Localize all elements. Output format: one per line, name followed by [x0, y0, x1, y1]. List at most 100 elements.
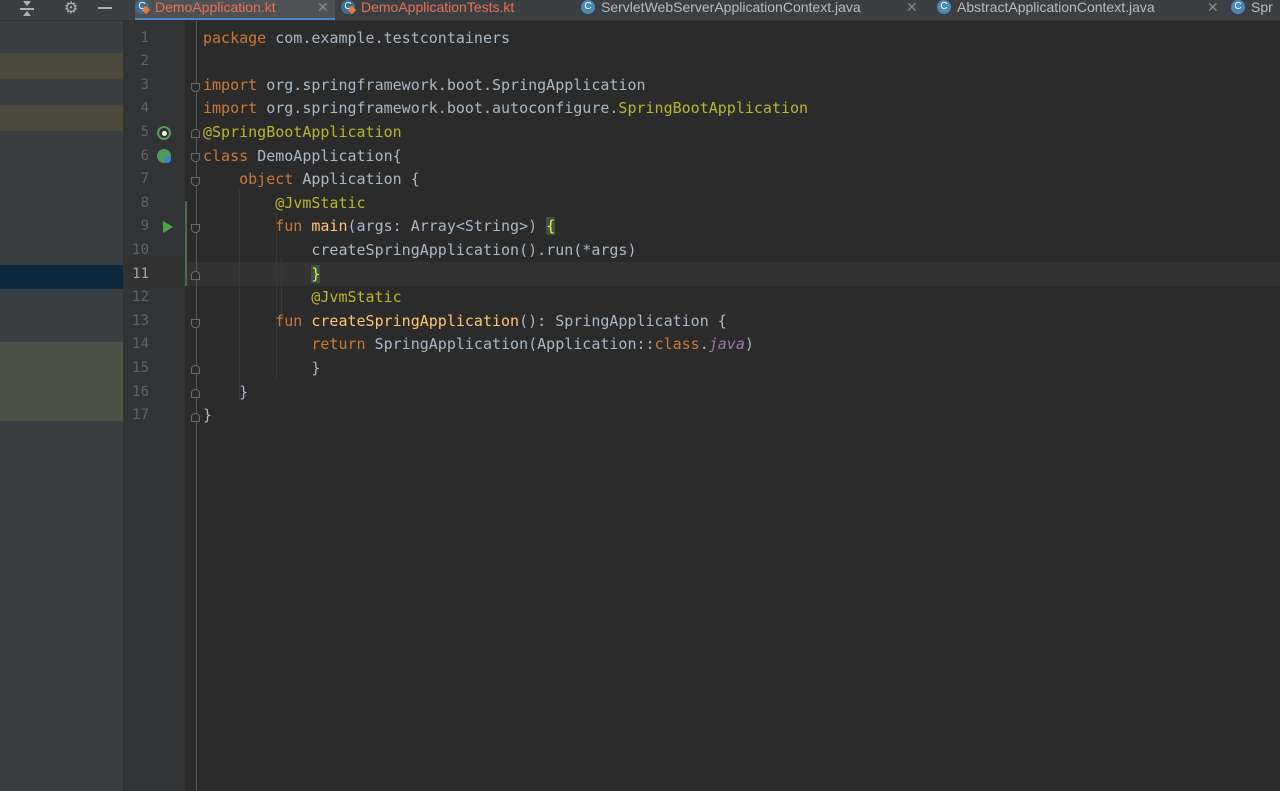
project-panel[interactable]	[0, 0, 123, 791]
code-line[interactable]: import org.springframework.boot.autoconf…	[203, 97, 808, 121]
close-icon[interactable]: ✕	[1207, 0, 1219, 14]
line-number: 15	[132, 359, 149, 376]
token-fn: createSpringApplication	[311, 311, 520, 330]
tab-label: Spr	[1251, 0, 1273, 15]
fold-marker[interactable]	[191, 365, 200, 374]
run-icon[interactable]	[163, 221, 173, 233]
fold-marker[interactable]	[191, 224, 200, 233]
line-number: 8	[140, 194, 149, 211]
token-ann: @JvmStatic	[275, 193, 366, 212]
token-text: com.example.testcontainers	[275, 28, 511, 47]
code-line[interactable]: }	[203, 357, 320, 381]
token-brace-hl: {	[546, 217, 556, 236]
spring-bean-icon[interactable]	[157, 126, 171, 140]
fold-marker[interactable]	[191, 83, 200, 92]
fold-marker[interactable]	[191, 177, 200, 186]
code-line[interactable]: package com.example.testcontainers	[203, 27, 510, 51]
close-icon[interactable]: ✕	[906, 0, 918, 14]
java-class-icon: C	[937, 0, 951, 14]
token-text: DemoApplication{	[257, 146, 402, 165]
vcs-change-marker[interactable]	[185, 201, 187, 286]
token-text: }	[203, 406, 213, 425]
line-number: 12	[132, 289, 149, 306]
line-number: 11	[132, 265, 149, 282]
fold-marker[interactable]	[191, 413, 200, 422]
token-kw: package	[203, 28, 276, 47]
code-line[interactable]: fun createSpringApplication(): SpringApp…	[203, 310, 727, 334]
line-number: 9	[140, 218, 149, 235]
token-it: java	[708, 335, 745, 354]
tab-label: DemoApplicationTests.kt	[361, 0, 515, 15]
tab-servlet-web-server-application-context[interactable]: C ServletWebServerApplicationContext.jav…	[581, 0, 931, 20]
code-line[interactable]: }	[203, 404, 212, 428]
gear-icon[interactable]: ⚙	[60, 0, 82, 20]
code-line[interactable]: @JvmStatic	[203, 192, 366, 216]
project-tree-row[interactable]	[0, 342, 123, 421]
fold-marker[interactable]	[191, 153, 200, 162]
token-fn: main	[311, 217, 348, 236]
code-line[interactable]: createSpringApplication().run(*args)	[203, 239, 636, 263]
token-text: org.springframework.boot.autoconfigure.	[266, 99, 619, 118]
line-number: 17	[132, 407, 149, 424]
tab-demo-application-kt[interactable]: C DemoApplication.kt ✕	[135, 0, 335, 20]
project-tree-row[interactable]	[0, 105, 123, 131]
code-line[interactable]: @JvmStatic	[203, 286, 402, 310]
code-line[interactable]: object Application {	[203, 168, 420, 192]
token-ann: SpringBootApplication	[618, 99, 809, 118]
line-number: 2	[140, 53, 149, 70]
token-text: )	[744, 335, 754, 354]
tab-label: ServletWebServerApplicationContext.java	[601, 0, 861, 15]
kotlin-test-icon: C	[341, 0, 355, 14]
spring-class-icon[interactable]	[157, 149, 171, 163]
tab-abstract-application-context[interactable]: C AbstractApplicationContext.java ✕	[937, 0, 1227, 20]
token-text: }	[203, 358, 321, 377]
token-text: (args: Array<String>)	[347, 217, 547, 236]
line-number: 5	[140, 123, 149, 140]
tab-demo-application-tests-kt[interactable]: C DemoApplicationTests.kt	[341, 0, 571, 20]
project-tree-row[interactable]	[0, 53, 123, 79]
minimize-icon[interactable]	[95, 0, 115, 20]
kotlin-class-icon: C	[135, 0, 149, 14]
line-number: 7	[140, 171, 149, 188]
token-ann: @SpringBootApplication	[203, 122, 402, 141]
collapse-all-icon[interactable]	[16, 0, 38, 20]
token-kw: return	[311, 335, 375, 354]
fold-marker[interactable]	[191, 319, 200, 328]
fold-marker[interactable]	[191, 129, 200, 138]
tab-strip: C DemoApplication.kt ✕ C DemoApplication…	[123, 0, 1280, 20]
token-kw: import	[203, 75, 267, 94]
token-kw: class	[654, 335, 700, 354]
token-ann: @JvmStatic	[311, 288, 402, 307]
line-number: 6	[140, 147, 149, 164]
project-tree-row-selected[interactable]	[0, 265, 123, 289]
tab-spring-truncated[interactable]: C Spr	[1231, 0, 1280, 20]
code-line[interactable]: }	[203, 381, 248, 405]
close-icon[interactable]: ✕	[317, 0, 329, 14]
code-line[interactable]: class DemoApplication{	[203, 145, 402, 169]
code-line[interactable]: @SpringBootApplication	[203, 121, 402, 145]
line-number: 14	[132, 336, 149, 353]
fold-marker[interactable]	[191, 389, 200, 398]
token-kw: import	[203, 99, 267, 118]
line-number: 3	[140, 76, 149, 93]
token-text: createSpringApplication().run(*args)	[203, 240, 637, 259]
token-kw: object	[239, 170, 303, 189]
java-class-icon: C	[581, 0, 595, 14]
editor-tab-bar: ⚙ C DemoApplication.kt ✕ C DemoApplicati…	[0, 0, 1280, 21]
code-line[interactable]: fun main(args: Array<String>) {	[203, 215, 556, 239]
project-toolbar: ⚙	[0, 0, 123, 20]
token-text: (): SpringApplication {	[519, 311, 727, 330]
code-line[interactable]: import org.springframework.boot.SpringAp…	[203, 74, 646, 98]
fold-marker[interactable]	[191, 271, 200, 280]
tab-label: DemoApplication.kt	[155, 0, 276, 15]
code-line[interactable]: return SpringApplication(Application::cl…	[203, 333, 754, 357]
line-number: 1	[140, 29, 149, 46]
code-editor[interactable]: 1 2 3 4 5 6 7 8 9 10 11 12 13 14 15 16 17 package com.ex…	[123, 21, 1280, 791]
code-line[interactable]: }	[203, 263, 321, 287]
java-class-icon: C	[1231, 0, 1245, 14]
